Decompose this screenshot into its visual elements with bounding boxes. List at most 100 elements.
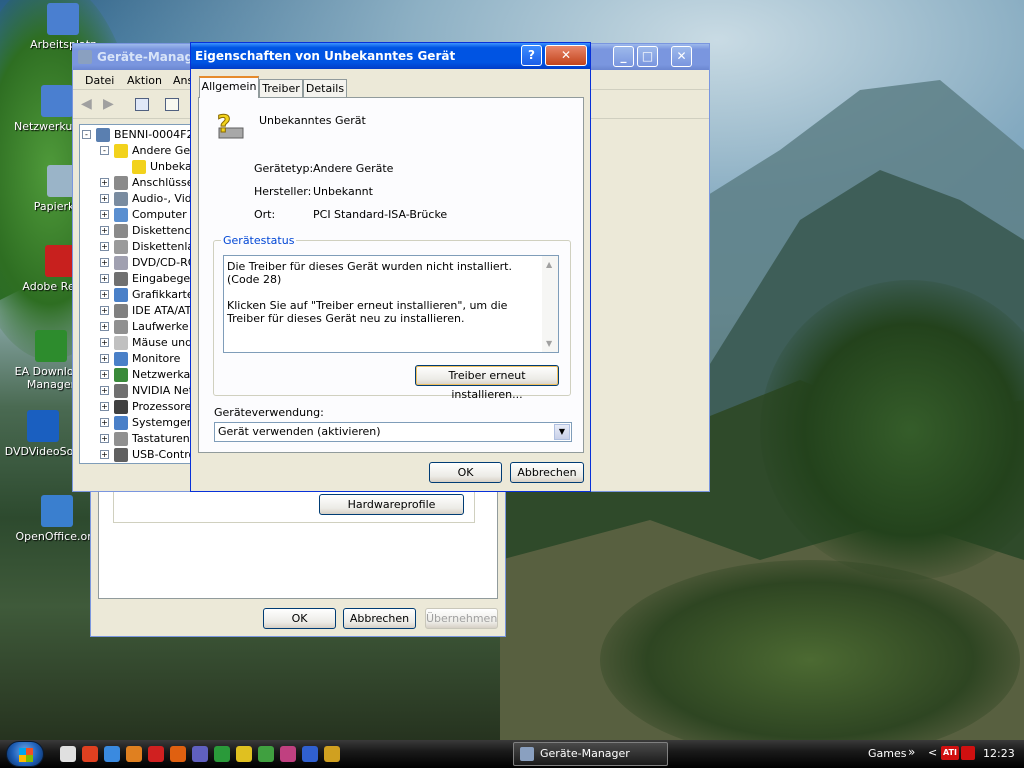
tree-item[interactable]: + Tastaturen	[80, 431, 196, 447]
scroll-up-icon[interactable]: ▲	[546, 258, 552, 271]
expand-icon[interactable]: +	[100, 386, 109, 395]
expand-icon[interactable]: +	[100, 290, 109, 299]
expand-icon[interactable]: +	[100, 178, 109, 187]
tree-item[interactable]: + USB-Controller	[80, 447, 196, 463]
quicklaunch-icon[interactable]	[82, 746, 98, 762]
ok-button[interactable]: OK	[263, 608, 336, 629]
tree-item-label: Prozessoren	[132, 400, 197, 413]
tree-item-label: Andere Geräte	[132, 144, 196, 157]
quicklaunch-icon[interactable]	[170, 746, 186, 762]
expand-icon[interactable]: +	[100, 354, 109, 363]
tree-item[interactable]: + Systemgeräte	[80, 415, 196, 431]
tree-item[interactable]: + Grafikkarte	[80, 287, 196, 303]
dialog-cancel-button[interactable]: Abbrechen	[510, 462, 584, 483]
tree-item[interactable]: Unbekanntes Gerät	[80, 159, 196, 175]
hardware-profiles-button[interactable]: Hardwareprofile	[319, 494, 464, 515]
tree-item[interactable]: + Monitore	[80, 351, 196, 367]
tree-item[interactable]: - Andere Geräte	[80, 143, 196, 159]
tree-item[interactable]: + Computer	[80, 207, 196, 223]
status-textbox[interactable]: Die Treiber für dieses Gerät wurden nich…	[223, 255, 559, 353]
tree-item[interactable]: + DVD/CD-ROM-Laufwerke	[80, 255, 196, 271]
tree-item[interactable]: + Diskettenlaufwerke	[80, 239, 196, 255]
arbeitsplatz-icon	[47, 3, 79, 35]
desktop-icon-label: OpenOffice.org	[15, 530, 99, 543]
maximize-button[interactable]: □	[637, 46, 658, 67]
expand-icon[interactable]: +	[100, 258, 109, 267]
expand-icon[interactable]: +	[100, 418, 109, 427]
ati-icon[interactable]: ATI	[941, 746, 959, 760]
forward-icon[interactable]: ▶	[103, 96, 114, 112]
expand-icon[interactable]: +	[100, 194, 109, 203]
status-scrollbar[interactable]: ▲ ▼	[542, 256, 558, 352]
reinstall-driver-button[interactable]: Treiber erneut installieren...	[415, 365, 559, 401]
help-button[interactable]: ?	[521, 45, 542, 66]
back-icon[interactable]: ◀	[81, 96, 92, 112]
quicklaunch-icon[interactable]	[214, 746, 230, 762]
unknown-device-icon: ?	[213, 110, 245, 142]
desktop-icon[interactable]: OpenOffice.org	[14, 495, 100, 543]
quicklaunch-icon[interactable]	[302, 746, 318, 762]
quicklaunch-icon[interactable]	[280, 746, 296, 762]
expand-icon[interactable]: +	[100, 450, 109, 459]
drive-icon	[114, 320, 128, 334]
quicklaunch-icon[interactable]	[104, 746, 120, 762]
collapse-icon[interactable]: -	[82, 130, 91, 139]
tree-item-label: BENNI-0004F26	[114, 128, 197, 141]
expand-icon[interactable]: +	[100, 226, 109, 235]
minimize-button[interactable]: _	[613, 46, 634, 67]
expand-icon[interactable]: +	[100, 274, 109, 283]
expand-icon[interactable]: +	[100, 242, 109, 251]
scroll-down-icon[interactable]: ▼	[546, 337, 552, 350]
tree-item[interactable]: + Laufwerke	[80, 319, 196, 335]
expand-icon[interactable]: +	[100, 338, 109, 347]
tree-item[interactable]: + Eingabegeräte (Human Interface Devices)	[80, 271, 196, 287]
tree-view-icon[interactable]	[135, 98, 149, 111]
menu-datei[interactable]: Datei	[85, 74, 114, 87]
quicklaunch-icon[interactable]	[192, 746, 208, 762]
tree-item[interactable]: + NVIDIA Network Bus Enumerator	[80, 383, 196, 399]
start-button[interactable]	[6, 741, 44, 767]
expand-icon[interactable]: +	[100, 370, 109, 379]
dialog-ok-button[interactable]: OK	[429, 462, 502, 483]
games-toolbar-label[interactable]: Games	[868, 747, 906, 760]
quicklaunch-icon[interactable]	[126, 746, 142, 762]
audio-icon	[114, 192, 128, 206]
tab-allgemein[interactable]: Allgemein	[199, 76, 259, 98]
tree-item[interactable]: - BENNI-0004F26	[80, 127, 197, 143]
close-button[interactable]: ✕	[671, 46, 692, 67]
tree-item-label: Netzwerkadapter	[132, 368, 196, 381]
tree-item[interactable]: + IDE ATA/ATAPI-Controller	[80, 303, 196, 319]
tree-item[interactable]: + Prozessoren	[80, 399, 197, 415]
antivir-icon[interactable]	[961, 746, 975, 760]
display-adapter-icon	[114, 288, 128, 302]
expand-icon[interactable]: +	[100, 402, 109, 411]
properties-icon[interactable]	[165, 98, 179, 111]
tree-item[interactable]: + Audio-, Video- und Gamecontroller	[80, 191, 196, 207]
tree-item[interactable]: + Anschlüsse (COM und LPT)	[80, 175, 196, 191]
task-device-manager[interactable]: Geräte-Manager	[513, 742, 668, 766]
quicklaunch-icon[interactable]	[258, 746, 274, 762]
toolbar-chevron[interactable]: »	[908, 745, 915, 759]
expand-icon[interactable]: +	[100, 322, 109, 331]
tree-item[interactable]: + Netzwerkadapter	[80, 367, 196, 383]
quicklaunch-icon[interactable]	[236, 746, 252, 762]
expand-icon[interactable]: +	[100, 306, 109, 315]
expand-icon[interactable]: +	[100, 210, 109, 219]
tab-details[interactable]: Details	[303, 79, 347, 98]
cancel-button[interactable]: Abbrechen	[343, 608, 416, 629]
quicklaunch-icon[interactable]	[148, 746, 164, 762]
tree-item[interactable]: + Diskettencontroller	[80, 223, 196, 239]
quicklaunch-icon[interactable]	[324, 746, 340, 762]
usage-select[interactable]: Gerät verwenden (aktivieren) ▼	[214, 422, 572, 442]
collapse-icon[interactable]: -	[100, 146, 109, 155]
quicklaunch-icon[interactable]	[60, 746, 76, 762]
tree-item-label: Systemgeräte	[132, 416, 196, 429]
expand-icon[interactable]: +	[100, 434, 109, 443]
tree-item[interactable]: + Mäuse und andere Zeigegeräte	[80, 335, 196, 351]
bus-icon	[114, 384, 128, 398]
tray-expand-icon[interactable]: <	[928, 746, 937, 759]
menu-aktion[interactable]: Aktion	[127, 74, 162, 87]
tab-treiber[interactable]: Treiber	[259, 79, 303, 98]
dialog-close-button[interactable]: ✕	[545, 45, 587, 66]
chevron-down-icon[interactable]: ▼	[554, 424, 570, 440]
